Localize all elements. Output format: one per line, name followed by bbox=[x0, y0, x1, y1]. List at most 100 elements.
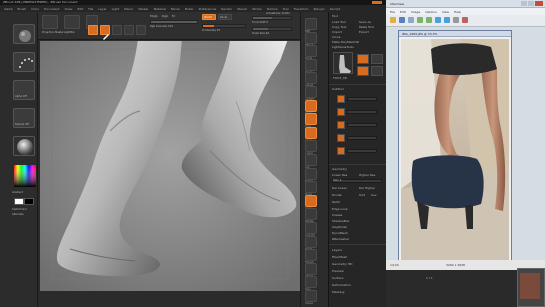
menu-item-render[interactable]: Render bbox=[221, 7, 232, 11]
edit-button[interactable] bbox=[88, 25, 98, 35]
menu-item-texture[interactable]: Texture bbox=[267, 7, 278, 11]
menu-item-picker[interactable]: Picker bbox=[185, 7, 194, 11]
move-button[interactable] bbox=[112, 25, 122, 35]
reuv-button[interactable]: ReUV bbox=[332, 200, 340, 204]
alpha-thumbnail[interactable]: Alpha Off bbox=[13, 80, 35, 100]
open-folder-icon[interactable] bbox=[390, 17, 396, 23]
crease-section[interactable]: Crease bbox=[332, 213, 342, 217]
menu-item-macro[interactable]: Macro bbox=[124, 7, 133, 11]
zoom-out-icon[interactable] bbox=[426, 17, 432, 23]
shelf-button-bpr[interactable] bbox=[305, 18, 317, 30]
shelf-button-zoom[interactable] bbox=[305, 58, 317, 71]
save-icon[interactable] bbox=[399, 17, 405, 23]
info-icon[interactable] bbox=[408, 17, 414, 23]
shadowbox-section[interactable]: ShadowBox bbox=[332, 219, 349, 223]
layers-section[interactable]: Layers bbox=[332, 248, 342, 252]
maximize-icon[interactable] bbox=[528, 1, 534, 6]
shelf-button-scale[interactable] bbox=[305, 194, 317, 207]
minimize-icon[interactable] bbox=[521, 1, 527, 6]
menu-item-tool[interactable]: Tool bbox=[283, 7, 289, 11]
import-button[interactable]: Import bbox=[332, 30, 342, 34]
subtool-row-4[interactable] bbox=[347, 136, 377, 140]
alternate-button[interactable]: Alternate bbox=[12, 213, 24, 217]
tool-sphere-button[interactable] bbox=[357, 54, 369, 64]
projection-master-button[interactable] bbox=[42, 15, 58, 29]
lightbox-tools-button[interactable]: Lightbox▸Tools bbox=[332, 45, 354, 49]
subtool-row-3[interactable] bbox=[347, 123, 377, 127]
shelf-button-xpose[interactable] bbox=[305, 290, 317, 302]
deformation-section[interactable]: Deformation bbox=[332, 283, 351, 287]
menu-item-stroke[interactable]: Stroke bbox=[252, 7, 262, 11]
current-tool-thumb[interactable] bbox=[333, 52, 353, 74]
menu-item-material[interactable]: Material bbox=[154, 7, 166, 11]
geometry-hd-section[interactable]: Geometry HD bbox=[332, 262, 352, 266]
lower-res-button[interactable]: Lower Res bbox=[332, 173, 347, 177]
texture-thumbnail[interactable]: Texture Off bbox=[13, 108, 35, 128]
preview-section[interactable]: Preview bbox=[332, 269, 344, 273]
menu-item-light[interactable]: Light bbox=[112, 7, 120, 11]
close-icon[interactable] bbox=[535, 1, 543, 6]
shelf-button-local[interactable] bbox=[305, 126, 317, 139]
quick-save-button[interactable] bbox=[372, 1, 382, 4]
menu-item-stencil[interactable]: Stencil bbox=[237, 7, 247, 11]
brush-thumbnail[interactable] bbox=[13, 24, 35, 44]
shelf-button-rotate[interactable] bbox=[305, 208, 317, 221]
viewer-menu-image[interactable]: Image bbox=[411, 10, 420, 14]
m-button[interactable]: M bbox=[172, 14, 175, 18]
draw-button[interactable] bbox=[100, 25, 110, 40]
subtool-visibility-button[interactable] bbox=[337, 95, 345, 103]
shelf-button-spix-3[interactable] bbox=[305, 31, 317, 44]
shelf-button-actual[interactable] bbox=[305, 72, 317, 85]
tool-cylinder-button[interactable] bbox=[371, 54, 383, 64]
subtool-row-2[interactable] bbox=[347, 110, 377, 114]
export-button[interactable]: Export bbox=[359, 30, 369, 34]
menu-item-edit[interactable]: Edit bbox=[77, 7, 83, 11]
save-as-button[interactable]: Save As bbox=[359, 20, 371, 24]
shelf-button-solo[interactable] bbox=[305, 276, 317, 289]
suv-toggle[interactable]: Suv bbox=[371, 193, 377, 197]
rgb-intensity-slider[interactable] bbox=[150, 20, 198, 24]
dynamesh-section[interactable]: DynaMesh bbox=[332, 231, 348, 235]
scale-button[interactable] bbox=[124, 25, 134, 35]
subtool-row-1[interactable] bbox=[347, 97, 377, 101]
subtool-arrow-icon[interactable] bbox=[337, 147, 345, 155]
clone-button[interactable]: Clone bbox=[332, 35, 341, 39]
rotate-button[interactable] bbox=[136, 25, 146, 35]
subtool-eye-icon[interactable] bbox=[337, 108, 345, 116]
next-icon[interactable] bbox=[444, 17, 450, 23]
draw-size-slider[interactable] bbox=[252, 27, 292, 31]
subtool-row-5[interactable] bbox=[347, 149, 377, 153]
viewer-menu-view[interactable]: View bbox=[442, 10, 449, 14]
shelf-button-transp[interactable] bbox=[305, 249, 317, 262]
del-lower-button[interactable]: Del Lower bbox=[332, 186, 347, 190]
lightbox-button[interactable] bbox=[64, 15, 80, 29]
smt-toggle[interactable]: Smt bbox=[359, 193, 365, 197]
shelf-button-l-sym[interactable] bbox=[305, 140, 317, 153]
viewer-menu-help[interactable]: Help bbox=[454, 10, 461, 14]
stroke-thumbnail[interactable] bbox=[13, 52, 35, 72]
surface-section[interactable]: Surface bbox=[332, 276, 343, 280]
menu-item-alpha[interactable]: Alpha bbox=[4, 7, 13, 11]
divide-button[interactable]: Divide bbox=[332, 193, 342, 197]
shelf-button-ghost[interactable] bbox=[305, 262, 317, 275]
shelf-button-aahalf[interactable] bbox=[305, 86, 317, 98]
shelf-button-persp[interactable] bbox=[305, 99, 317, 112]
subtool-header[interactable]: SubTool bbox=[332, 87, 344, 91]
mrgb-button[interactable]: Mrgb bbox=[150, 14, 158, 18]
menu-item-movie[interactable]: Movie bbox=[171, 7, 180, 11]
subtool-solo-icon[interactable] bbox=[337, 121, 345, 129]
document-canvas[interactable] bbox=[40, 41, 300, 291]
tool-polymesh-button[interactable] bbox=[357, 66, 369, 76]
menu-item-file[interactable]: File bbox=[88, 7, 93, 11]
menu-item-brush[interactable]: Brush bbox=[18, 7, 27, 11]
edge-loop-section[interactable]: Edge Loop bbox=[332, 207, 348, 211]
menu-item-preferences[interactable]: Preferences bbox=[199, 7, 217, 11]
shelf-button-scroll[interactable] bbox=[305, 45, 317, 58]
slideshow-icon[interactable] bbox=[462, 17, 468, 23]
fibermesh-section[interactable]: FiberMesh bbox=[332, 255, 347, 259]
menu-item-layer[interactable]: Layer bbox=[98, 7, 106, 11]
menu-item-transform[interactable]: Transform bbox=[294, 7, 309, 11]
focal-shift-slider[interactable] bbox=[252, 16, 292, 20]
copy-tool-button[interactable]: Copy Tool bbox=[332, 25, 346, 29]
material-thumbnail[interactable] bbox=[13, 136, 35, 156]
